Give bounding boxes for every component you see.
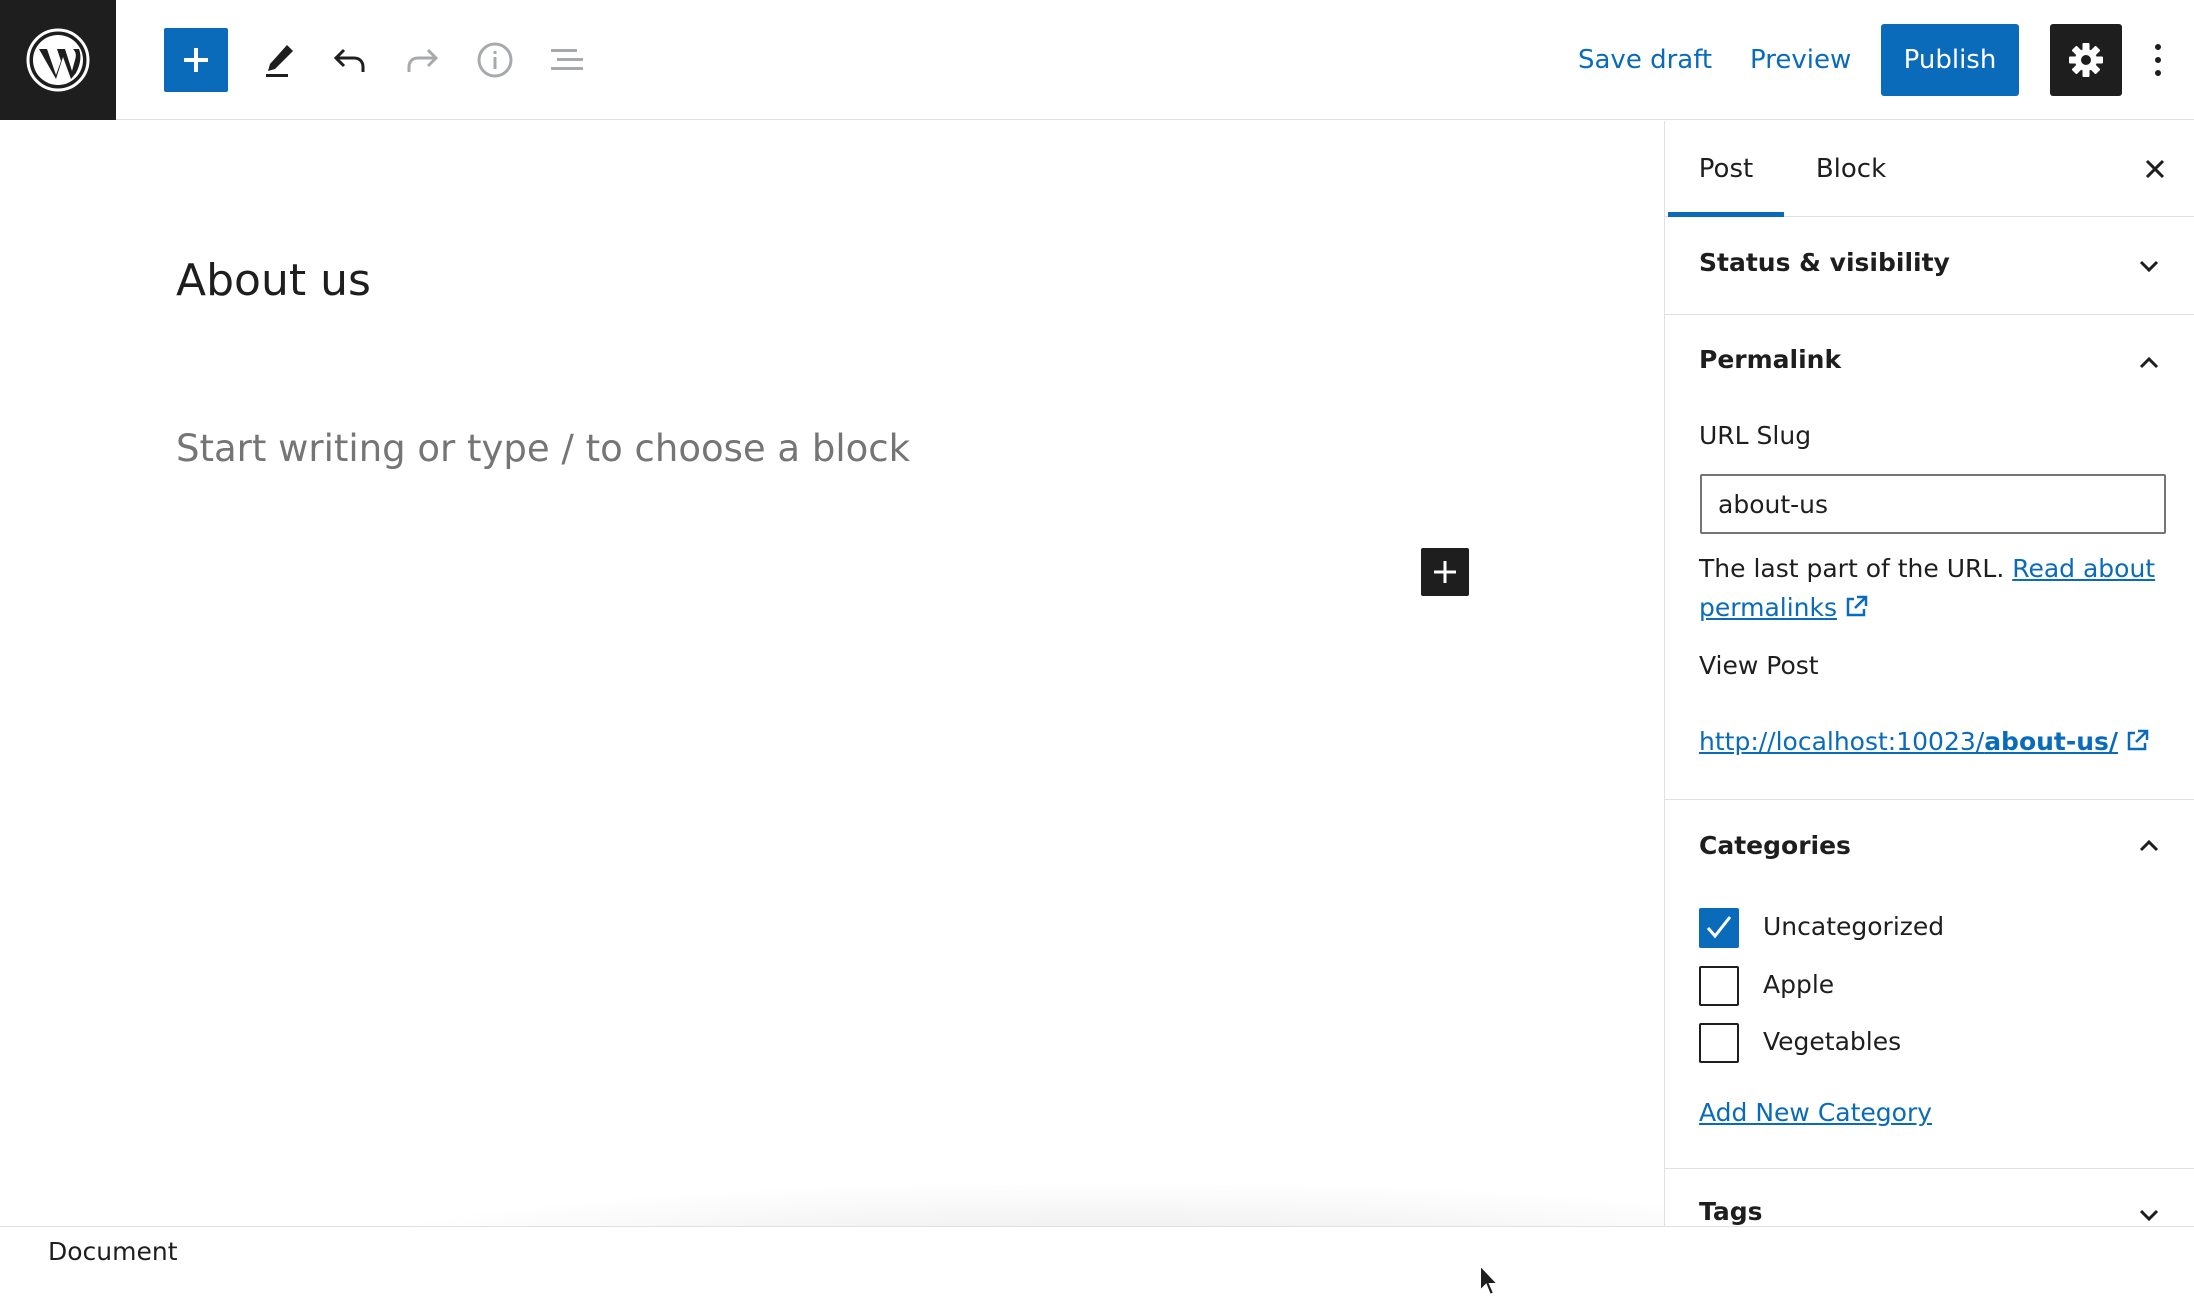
category-checkbox-uncategorized[interactable]: Uncategorized: [1699, 906, 2159, 948]
external-link-icon: [1846, 595, 1868, 617]
list-view-icon: [551, 49, 583, 70]
post-url-slug: about-us/: [1984, 727, 2119, 756]
sidebar-tabs: Post Block: [1665, 121, 2194, 217]
checkbox-label: Uncategorized: [1763, 912, 1945, 941]
status-visibility-panel-toggle[interactable]: Status & visibility: [1665, 218, 2194, 314]
tools-button[interactable]: [250, 30, 310, 90]
panel-title: Status & visibility: [1699, 248, 1950, 277]
post-url-link[interactable]: http://localhost:10023/about-us/: [1699, 727, 2118, 756]
wordpress-logo-button[interactable]: [0, 0, 116, 120]
chevron-up-icon: [2133, 347, 2165, 379]
url-slug-input[interactable]: [1700, 474, 2166, 534]
empty-block-placeholder[interactable]: Start writing or type / to choose a bloc…: [176, 427, 910, 470]
add-new-category-link[interactable]: Add New Category: [1699, 1098, 1932, 1127]
plus-icon: [1434, 561, 1456, 583]
category-checkbox-apple[interactable]: Apple: [1699, 964, 2159, 1006]
checkbox-label: Apple: [1763, 970, 1835, 999]
checkbox-label: Vegetables: [1763, 1027, 1902, 1056]
view-post-label: View Post: [1699, 651, 1819, 680]
external-link-icon: [2127, 729, 2149, 751]
pencil-icon: [266, 45, 293, 77]
redo-icon: [407, 48, 439, 72]
undo-button[interactable]: [320, 30, 380, 90]
details-button[interactable]: [465, 30, 525, 90]
block-inserter-button[interactable]: [1421, 548, 1469, 596]
help-text-prefix: The last part of the URL.: [1699, 554, 2005, 583]
checkmark-icon: [1706, 916, 1732, 939]
mouse-cursor-icon: [1479, 1263, 1501, 1297]
permalink-panel-toggle[interactable]: Permalink: [1665, 315, 2194, 411]
preview-button[interactable]: Preview: [1750, 38, 1851, 82]
permalink-help-text: The last part of the URL. Read about per…: [1699, 549, 2169, 627]
publish-button[interactable]: Publish: [1881, 24, 2019, 96]
redo-button[interactable]: [392, 30, 452, 90]
breadcrumb-document[interactable]: Document: [48, 1237, 178, 1266]
more-vertical-icon: [2155, 44, 2161, 76]
gear-icon: [2069, 43, 2103, 77]
settings-button[interactable]: [2050, 24, 2122, 96]
save-draft-button[interactable]: Save draft: [1578, 38, 1712, 82]
url-slug-label: URL Slug: [1699, 421, 1812, 450]
editor-header: Save draft Preview Publish: [0, 0, 2194, 120]
chevron-up-icon: [2133, 830, 2165, 862]
category-checkbox-vegetables[interactable]: Vegetables: [1699, 1021, 2159, 1063]
checkbox[interactable]: [1699, 908, 1739, 948]
tab-block[interactable]: Block: [1801, 121, 1901, 217]
post-url: http://localhost:10023/about-us/: [1699, 727, 2150, 756]
post-title[interactable]: About us: [176, 255, 371, 306]
panel-title: Permalink: [1699, 345, 1842, 374]
tab-post[interactable]: Post: [1668, 121, 1784, 217]
options-button[interactable]: [2140, 30, 2176, 90]
panel-title: Categories: [1699, 831, 1851, 860]
editor-canvas: About us Start writing or type / to choo…: [0, 121, 1664, 1297]
categories-panel-toggle[interactable]: Categories: [1665, 800, 2194, 896]
tags-panel-toggle[interactable]: Tags: [1665, 1169, 2194, 1226]
plus-icon: [184, 48, 208, 72]
block-breadcrumb-bar: Document: [0, 1226, 2194, 1268]
close-icon: [2145, 159, 2165, 179]
close-sidebar-button[interactable]: [2131, 145, 2179, 193]
settings-sidebar: Post Block Status & visibility Permalink…: [1664, 121, 2194, 1226]
checkbox[interactable]: [1699, 966, 1739, 1006]
info-icon: [477, 42, 513, 78]
chevron-down-icon: [2133, 1199, 2165, 1226]
wordpress-logo-icon: [26, 28, 90, 92]
undo-icon: [333, 48, 365, 72]
checkbox[interactable]: [1699, 1023, 1739, 1063]
add-block-button[interactable]: [164, 28, 228, 92]
list-view-button[interactable]: [537, 30, 597, 90]
post-url-prefix: http://localhost:10023/: [1699, 727, 1985, 756]
chevron-down-icon: [2133, 250, 2165, 282]
panel-title: Tags: [1699, 1197, 1763, 1226]
